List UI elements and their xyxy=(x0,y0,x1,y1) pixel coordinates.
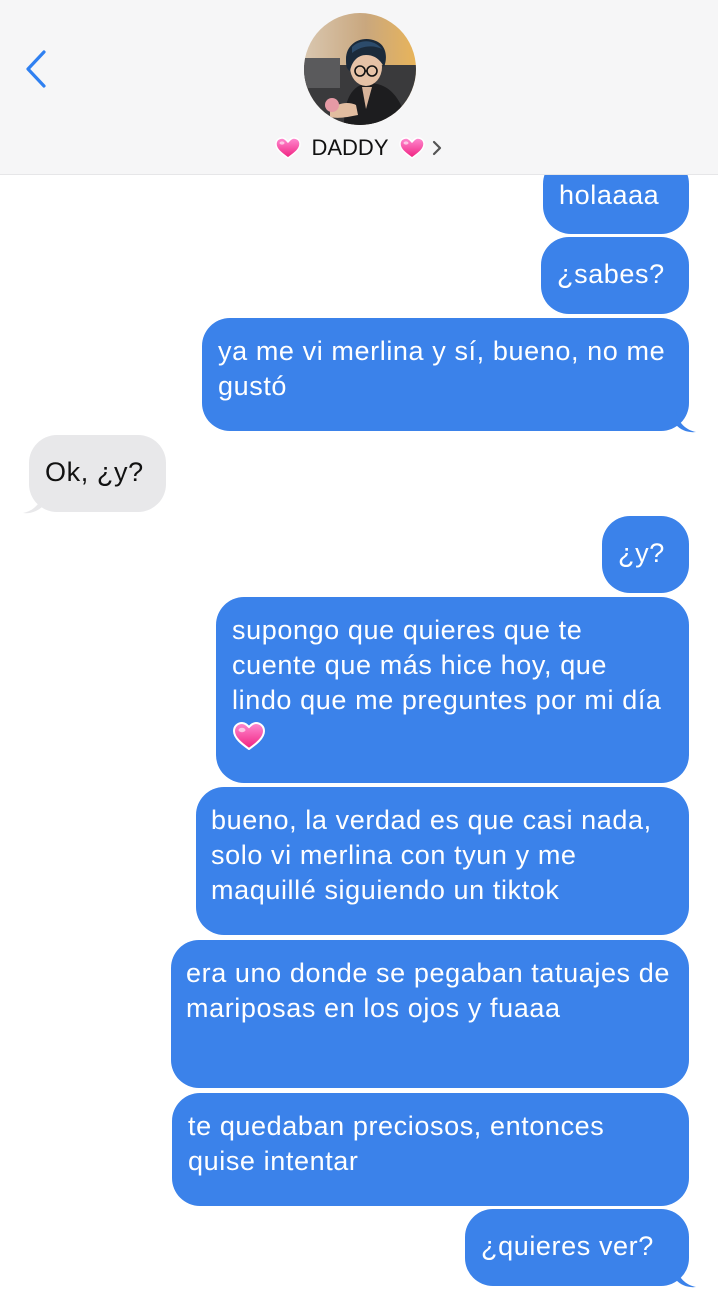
message-bubble-received[interactable]: Ok, ¿y? xyxy=(29,435,166,512)
message-bubble-sent[interactable]: supongo que quieres que te cuente que má… xyxy=(216,597,689,783)
conversation-header: DADDY xyxy=(0,0,718,175)
message-bubble-sent[interactable]: ¿quieres ver? xyxy=(465,1209,689,1286)
contact-avatar[interactable] xyxy=(304,13,416,125)
message-bubble-sent[interactable]: ya me vi merlina y sí, bueno, no me gust… xyxy=(202,318,689,431)
back-button[interactable] xyxy=(18,46,58,92)
pink-heart-emoji-icon xyxy=(275,137,302,159)
contact-name: DADDY xyxy=(311,135,389,160)
pink-heart-emoji-icon xyxy=(232,722,266,750)
bubble-tail xyxy=(676,1266,696,1288)
message-text: te quedaban preciosos, entonces quise in… xyxy=(188,1111,605,1176)
contact-name-button[interactable]: DADDY xyxy=(0,132,718,164)
message-text: ¿sabes? xyxy=(557,259,665,289)
message-text: ¿quieres ver? xyxy=(481,1231,654,1261)
chevron-left-icon xyxy=(26,50,46,88)
message-text: era uno donde se pegaban tatuajes de mar… xyxy=(186,958,670,1023)
message-text: ¿y? xyxy=(618,538,665,568)
pink-heart-emoji-icon xyxy=(398,137,425,159)
message-bubble-sent[interactable]: ¿y? xyxy=(602,516,689,593)
message-text: bueno, la verdad es que casi nada, solo … xyxy=(211,805,652,905)
chevron-right-icon xyxy=(432,140,441,156)
message-bubble-sent[interactable]: ¿sabes? xyxy=(541,237,689,314)
bubble-tail xyxy=(676,411,696,433)
bubble-tail xyxy=(23,492,43,514)
message-bubble-sent[interactable]: te quedaban preciosos, entonces quise in… xyxy=(172,1093,689,1206)
message-bubble-sent[interactable]: era uno donde se pegaban tatuajes de mar… xyxy=(171,940,689,1088)
message-text: holaaaa xyxy=(559,180,660,210)
avatar-photo xyxy=(304,13,416,125)
message-bubble-sent[interactable]: bueno, la verdad es que casi nada, solo … xyxy=(196,787,689,935)
message-text: Ok, ¿y? xyxy=(45,457,144,487)
message-text: supongo que quieres que te cuente que má… xyxy=(232,615,662,715)
message-text: ya me vi merlina y sí, bueno, no me gust… xyxy=(218,336,666,401)
messages-screen: holaaaa ¿sabes? ya me vi merlina y sí, b… xyxy=(0,0,718,1290)
